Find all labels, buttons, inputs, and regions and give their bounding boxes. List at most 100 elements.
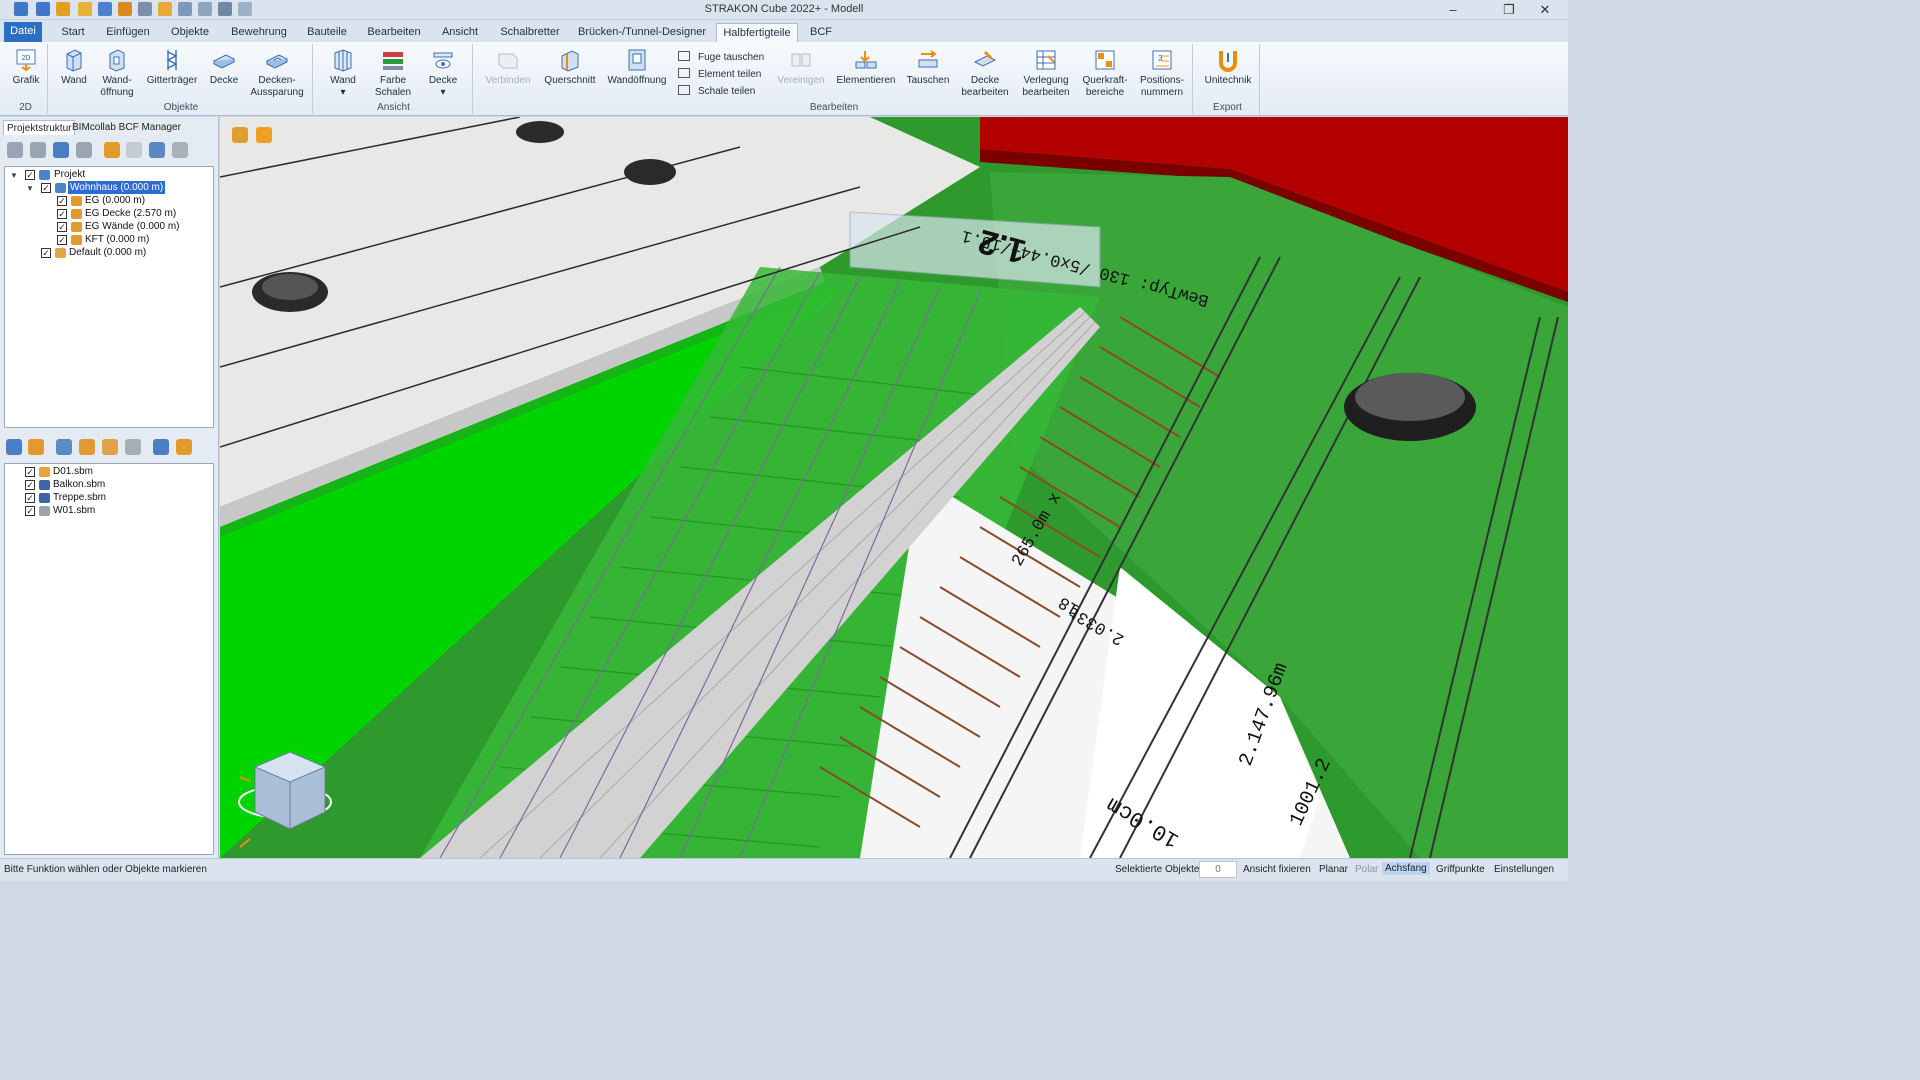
checkbox-treppe[interactable]: ✓ [25, 493, 35, 503]
layer-stack-icon[interactable] [7, 142, 23, 158]
share-icon[interactable] [102, 439, 118, 455]
decke-button[interactable]: Decke [204, 46, 244, 87]
tab-datei[interactable]: Datei [4, 22, 42, 42]
file-item-balkon[interactable]: Balkon.sbm [53, 478, 105, 491]
toggle-ansicht-fixieren[interactable]: Ansicht fixieren [1243, 864, 1311, 875]
checkbox-kft[interactable]: ✓ [57, 235, 67, 245]
farbe-schalen-button[interactable]: Farbe Schalen [371, 46, 415, 99]
tauschen-button[interactable]: Tauschen [902, 46, 954, 87]
ansicht-wand-button[interactable]: Wand ▾ [323, 46, 363, 99]
tree-item-eg[interactable]: EG (0.000 m) [85, 194, 145, 207]
unitechnik-button[interactable]: Unitechnik [1200, 46, 1256, 87]
connect-icon [498, 53, 518, 69]
checkbox-default[interactable]: ✓ [41, 248, 51, 258]
toggle-planar[interactable]: Planar [1319, 864, 1348, 875]
elementieren-button[interactable]: Elementieren [836, 46, 896, 87]
settings-cloud-icon[interactable] [172, 142, 188, 158]
positionsnummern-button[interactable]: 3 Positions-nummern [1136, 46, 1188, 99]
wandoeffnung-bearbeiten-button[interactable]: Wandöffnung [604, 46, 670, 87]
tab-bimcollab-bcf-manager[interactable]: BIMcollab BCF Manager [69, 120, 184, 135]
selected-objects-count: 0 [1199, 861, 1237, 878]
verlegung-bearbeiten-button[interactable]: Verlegung bearbeiten [1018, 46, 1074, 99]
arrow-up-outline-icon[interactable] [76, 142, 92, 158]
tab-objekte[interactable]: Objekte [164, 23, 216, 42]
gittertraeger-button[interactable]: Gitterträger [142, 46, 202, 87]
checkbox-w01[interactable]: ✓ [25, 506, 35, 516]
wand-button[interactable]: Wand [54, 46, 94, 87]
deckenaussparung-button[interactable]: Decken- Aussparung [246, 46, 308, 99]
pencil-icon[interactable] [104, 142, 120, 158]
vereinigen-button[interactable]: Vereinigen [774, 46, 828, 87]
checkbox-balkon[interactable]: ✓ [25, 480, 35, 490]
tab-bewehrung[interactable]: Bewehrung [226, 23, 292, 42]
tree-item-eg-decke[interactable]: EG Decke (2.570 m) [85, 207, 176, 220]
tab-bearbeiten[interactable]: Bearbeiten [362, 23, 426, 42]
schale-teilen-button[interactable]: Schale teilen [678, 84, 755, 99]
tab-start[interactable]: Start [54, 23, 92, 42]
user-settings-icon[interactable] [125, 439, 141, 455]
fuge-tauschen-button[interactable]: Fuge tauschen [678, 50, 764, 65]
announce-icon[interactable] [79, 439, 95, 455]
collapse-icon[interactable]: ▼ [10, 171, 18, 180]
checkbox-projekt[interactable]: ✓ [25, 170, 35, 180]
verbinden-button[interactable]: Verbinden [482, 46, 534, 87]
tab-bauteile[interactable]: Bauteile [302, 23, 352, 42]
close-button[interactable]: ✕ [1522, 0, 1568, 20]
tab-projektstruktur[interactable]: Projektstruktur [3, 120, 76, 135]
ifc-import-icon[interactable] [28, 439, 44, 455]
grafik-button[interactable]: 2D Grafik [6, 46, 46, 87]
tab-schalbretter[interactable]: Schalbretter [494, 23, 566, 42]
tree-item-kft[interactable]: KFT (0.000 m) [85, 233, 149, 246]
einstellungen-button[interactable]: Einstellungen [1494, 864, 1554, 875]
box-3d-icon[interactable] [256, 127, 272, 143]
swap-icon [918, 50, 938, 68]
link-icon[interactable] [153, 439, 169, 455]
tab-ansicht[interactable]: Ansicht [436, 23, 484, 42]
collapse-icon[interactable]: ▼ [26, 184, 34, 193]
add-model-icon[interactable] [6, 439, 22, 455]
tree-item-projekt[interactable]: Projekt [54, 168, 85, 181]
left-panel: Projektstruktur BIMcollab BCF Manager ▼ … [0, 117, 219, 858]
refresh-icon[interactable] [176, 439, 192, 455]
snowflake-settings-icon[interactable] [149, 142, 165, 158]
tab-bruecken-tunnel-designer[interactable]: Brücken-/Tunnel-Designer [576, 23, 708, 42]
decke-bearbeiten-button[interactable]: Decke bearbeiten [960, 46, 1010, 99]
toggle-griffpunkte[interactable]: Griffpunkte [1436, 864, 1485, 875]
home-up-icon[interactable] [53, 142, 69, 158]
querkraftbereiche-button[interactable]: Querkraft-bereiche [1078, 46, 1132, 99]
tab-halbfertigteile[interactable]: Halbfertigteile [716, 23, 798, 42]
checkbox-eg[interactable]: ✓ [57, 196, 67, 206]
file-item-treppe[interactable]: Treppe.sbm [53, 491, 106, 504]
toggle-achsfang[interactable]: Achsfang [1382, 862, 1430, 875]
checkbox-eg-decke[interactable]: ✓ [57, 209, 67, 219]
tab-einfuegen[interactable]: Einfügen [102, 23, 154, 42]
wandoeffnung-button[interactable]: Wand-öffnung [96, 46, 138, 99]
camera-view-icon[interactable] [232, 127, 248, 143]
querschnitt-button[interactable]: Querschnitt [540, 46, 600, 87]
slab-recess-icon [265, 54, 289, 69]
arrow-up-icon[interactable] [30, 142, 46, 158]
minimize-button[interactable]: – [1430, 0, 1476, 20]
tree-item-default[interactable]: Default (0.000 m) [69, 246, 146, 259]
tab-bcf[interactable]: BCF [806, 23, 836, 42]
delete-icon[interactable] [126, 142, 142, 158]
file-item-w01[interactable]: W01.sbm [53, 504, 95, 517]
file-item-d01[interactable]: D01.sbm [53, 465, 93, 478]
3d-viewport[interactable]: 1.2 BewTyp: 130 /5x0.44+/15.1 18 2.033t … [220, 117, 1568, 858]
tree-item-wohnhaus[interactable]: Wohnhaus (0.000 m) [68, 181, 166, 194]
building-icon [55, 183, 66, 193]
status-bar: Bitte Funktion wählen oder Objekte marki… [0, 858, 1568, 881]
checkbox-wohnhaus[interactable]: ✓ [41, 183, 51, 193]
checkbox-eg-waende[interactable]: ✓ [57, 222, 67, 232]
toggle-polar[interactable]: Polar [1355, 864, 1378, 875]
wall-view-icon [334, 49, 352, 72]
tree-item-eg-waende[interactable]: EG Wände (0.000 m) [85, 220, 179, 233]
joint-swap-icon [678, 51, 690, 61]
checkbox-d01[interactable]: ✓ [25, 467, 35, 477]
ansicht-decke-button[interactable]: Decke ▾ [423, 46, 463, 99]
color-shells-icon [383, 52, 403, 70]
sort-icon[interactable] [56, 439, 72, 455]
element-teilen-button[interactable]: Element teilen [678, 67, 761, 82]
group-label-bearbeiten: Bearbeiten [809, 102, 859, 113]
group-ansicht: Wand ▾ Farbe Schalen Decke ▾ Ansicht [315, 44, 473, 114]
